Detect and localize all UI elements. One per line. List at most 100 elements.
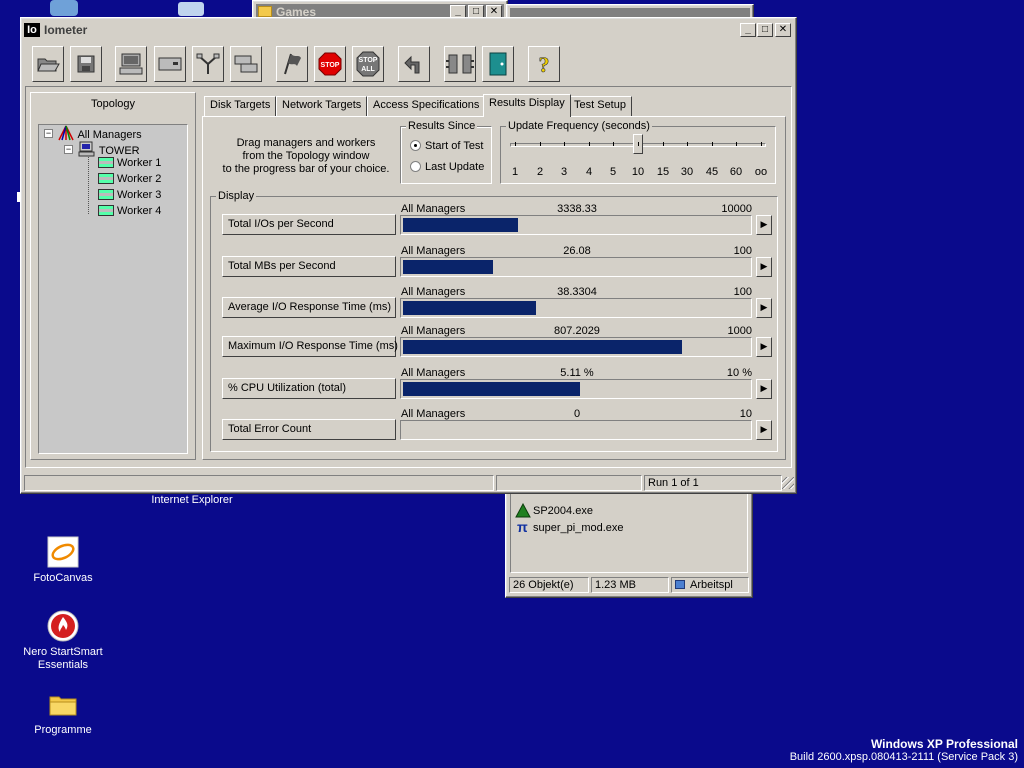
reset-workers-button[interactable]: [398, 46, 430, 82]
exit-button[interactable]: [482, 46, 514, 82]
metric-source: All Managers: [401, 203, 466, 215]
explorer-window[interactable]: SP2004.exe π super_pi_mod.exe 26 Objekt(…: [505, 480, 753, 598]
metric-arrow-button[interactable]: ▶: [756, 298, 772, 318]
desktop-icon-fotocanvas[interactable]: FotoCanvas: [18, 536, 108, 585]
desktop-icon-label: FotoCanvas: [33, 572, 93, 584]
slider-tick-label: 45: [705, 166, 719, 178]
metric-progress-fill: [403, 218, 518, 232]
explorer-file-list[interactable]: SP2004.exe π super_pi_mod.exe: [510, 485, 748, 573]
new-manager-button[interactable]: [115, 46, 147, 82]
slider-tick-label: 10: [631, 166, 645, 178]
metric-arrow-button[interactable]: ▶: [756, 257, 772, 277]
display-title: Display: [216, 190, 257, 202]
metric-progress-bar[interactable]: [400, 215, 752, 235]
status-cell-main: [24, 475, 494, 491]
metric-arrow-button[interactable]: ▶: [756, 379, 772, 399]
sp2004-icon: [515, 503, 531, 518]
radio-start-of-test[interactable]: Start of Test: [410, 140, 484, 152]
metric-select-button[interactable]: Total Error Count: [222, 419, 396, 440]
resize-grip[interactable]: [782, 477, 794, 489]
desktop-icon-partial-2[interactable]: [178, 2, 204, 16]
start-test-button[interactable]: [276, 46, 308, 82]
drag-hint-line: Drag managers and workers: [236, 137, 376, 149]
tree-item-worker-2[interactable]: Worker 2: [98, 173, 161, 185]
update-frequency-title: Update Frequency (seconds): [506, 120, 652, 132]
desktop-icon-label: Internet Explorer: [151, 494, 233, 506]
stop-button[interactable]: STOP: [314, 46, 346, 82]
tree-item-label: Worker 3: [117, 189, 162, 201]
metric-progress-fill: [403, 260, 493, 274]
save-button[interactable]: [70, 46, 102, 82]
worker-disk-icon: [98, 157, 114, 168]
metric-select-button[interactable]: Total I/Os per Second: [222, 214, 396, 235]
status-cell-2: [496, 475, 642, 491]
new-network-worker-button[interactable]: [192, 46, 224, 82]
tab-test-setup[interactable]: Test Setup: [568, 96, 632, 116]
tree-expander-manager[interactable]: −: [64, 145, 73, 154]
metric-progress-bar[interactable]: [400, 379, 752, 399]
metric-progress-bar[interactable]: [400, 298, 752, 318]
disk-worker-icon: [158, 57, 182, 71]
os-watermark: Windows XP Professional Build 2600.xpsp.…: [790, 737, 1018, 764]
metric-select-button[interactable]: Average I/O Response Time (ms): [222, 297, 396, 318]
metric-arrow-button[interactable]: ▶: [756, 337, 772, 357]
tree-item-manager-tower[interactable]: TOWER: [78, 141, 140, 157]
slider-tick: [540, 142, 541, 146]
green-flag-icon: [284, 53, 301, 75]
metric-arrow-button[interactable]: ▶: [756, 215, 772, 235]
metric-progress-bar[interactable]: [400, 337, 752, 357]
pi-icon: π: [517, 519, 528, 535]
metric-arrow-button[interactable]: ▶: [756, 420, 772, 440]
os-build: Build 2600.xpsp.080413-2111 (Service Pac…: [789, 751, 1018, 763]
duplicate-worker-button[interactable]: [230, 46, 262, 82]
tree-item-worker-4[interactable]: Worker 4: [98, 205, 161, 217]
status-run: Run 1 of 1: [644, 475, 782, 491]
close-button[interactable]: ✕: [775, 23, 791, 37]
metric-progress-bar[interactable]: [400, 420, 752, 440]
tree-expander-root[interactable]: −: [44, 129, 53, 138]
folder-icon: [47, 688, 79, 720]
maximize-button[interactable]: □: [757, 23, 773, 37]
slider-tick: [613, 142, 614, 146]
stop-all-sign-icon: STOP ALL: [356, 51, 380, 77]
fotocanvas-icon: [47, 536, 79, 568]
metric-progress-bar[interactable]: [400, 257, 752, 277]
radio-last-update[interactable]: Last Update: [410, 161, 484, 173]
desktop-icon-partial-1[interactable]: [50, 0, 78, 16]
file-item[interactable]: SP2004.exe: [515, 503, 665, 519]
slider-tick-label: oo: [754, 166, 768, 178]
metric-max-value: 100: [733, 286, 752, 298]
desktop-icon-programme[interactable]: Programme: [18, 688, 108, 737]
tab-access-specifications[interactable]: Access Specifications: [367, 96, 486, 116]
metric-source: All Managers: [401, 367, 466, 379]
metric-current-value: 0: [573, 408, 581, 420]
slider-tick-label: 30: [680, 166, 694, 178]
metric-select-button[interactable]: Maximum I/O Response Time (ms): [222, 336, 398, 357]
help-button[interactable]: ?: [528, 46, 560, 82]
tab-results-display[interactable]: Results Display: [483, 94, 571, 117]
metric-select-button[interactable]: Total MBs per Second: [222, 256, 396, 277]
new-disk-worker-button[interactable]: [154, 46, 186, 82]
tree-item-worker-1[interactable]: Worker 1: [98, 157, 161, 169]
slider-tick: [712, 142, 713, 146]
all-managers-icon: [58, 125, 74, 141]
disconnect-button[interactable]: [444, 46, 476, 82]
desktop-icon-internet-explorer[interactable]: Internet Explorer: [146, 494, 238, 507]
tree-item-label: All Managers: [77, 129, 142, 141]
file-item[interactable]: π super_pi_mod.exe: [515, 519, 665, 536]
desktop-icon-nero[interactable]: Nero StartSmart Essentials: [18, 610, 108, 672]
file-name: SP2004.exe: [533, 505, 593, 517]
metric-select-button[interactable]: % CPU Utilization (total): [222, 378, 396, 399]
tree-item-label: Worker 4: [117, 205, 162, 217]
tree-item-worker-3[interactable]: Worker 3: [98, 189, 161, 201]
open-button[interactable]: [32, 46, 64, 82]
radio-label: Last Update: [425, 161, 485, 173]
tab-disk-targets[interactable]: Disk Targets: [204, 96, 277, 116]
network-worker-icon: [196, 53, 220, 74]
tree-item-all-managers[interactable]: All Managers: [57, 125, 142, 141]
tab-network-targets[interactable]: Network Targets: [276, 96, 368, 116]
iometer-titlebar[interactable]: Io Iometer _ □ ✕: [24, 21, 793, 39]
desktop-icon-label: Programme: [34, 724, 92, 736]
stop-all-button[interactable]: STOP ALL: [352, 46, 384, 82]
minimize-button[interactable]: _: [740, 23, 756, 37]
